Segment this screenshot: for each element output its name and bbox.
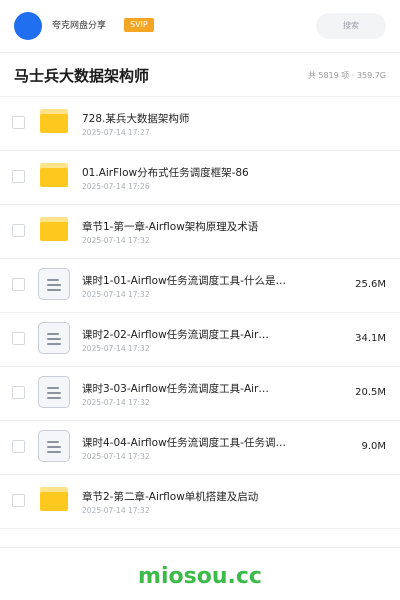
checkbox[interactable] — [12, 278, 25, 291]
item-name: 课时3-03-Airflow任务流调度工具-Air… — [82, 383, 269, 395]
user-name[interactable]: 夸克网盘分享 — [52, 18, 106, 34]
item-size: 34.1M — [355, 333, 386, 344]
list-item[interactable]: 课时4-04-Airflow任务流调度工具-任务调… 2025-07-14 17… — [0, 421, 400, 475]
top-bar: 夸克网盘分享 SVIP 搜索 — [0, 0, 400, 52]
list-item[interactable]: 课时2-02-Airflow任务流调度工具-Air… 2025-07-14 17… — [0, 313, 400, 367]
item-date: 2025-07-14 17:32 — [82, 290, 150, 299]
item-name: 728.某兵大数据架构师 — [82, 113, 190, 125]
item-date: 2025-07-14 17:32 — [82, 452, 150, 461]
document-icon — [38, 376, 70, 408]
item-name: 章节1-第一章-Airflow架构原理及术语 — [82, 221, 259, 233]
document-icon — [38, 322, 70, 354]
item-date: 2025-07-14 17:27 — [82, 128, 150, 137]
item-size: 25.6M — [355, 279, 386, 290]
page-title: 马士兵大数据架构师 — [14, 67, 150, 85]
item-name: 章节2-第二章-Airflow单机搭建及启动 — [82, 491, 259, 503]
folder-icon — [40, 217, 68, 241]
list-item[interactable]: 课时1-01-Airflow任务流调度工具-什么是… 2025-07-14 17… — [0, 259, 400, 313]
list-item[interactable]: 01.AirFlow分布式任务调度框架-86 2025-07-14 17:26 — [0, 151, 400, 205]
divider — [0, 547, 400, 548]
svip-badge: SVIP — [124, 18, 154, 32]
file-list: 728.某兵大数据架构师 2025-07-14 17:27 01.AirFlow… — [0, 97, 400, 529]
watermark-text: miosou.cc — [138, 564, 262, 589]
item-name: 课时4-04-Airflow任务流调度工具-任务调… — [82, 437, 286, 449]
checkbox[interactable] — [12, 224, 25, 237]
list-item[interactable]: 章节2-第二章-Airflow单机搭建及启动 2025-07-14 17:32 — [0, 475, 400, 529]
item-date: 2025-07-14 17:32 — [82, 506, 150, 515]
item-summary: 共 5819 项 · 359.7G — [307, 71, 386, 80]
document-icon — [38, 268, 70, 300]
item-name: 课时1-01-Airflow任务流调度工具-什么是… — [82, 275, 286, 287]
item-date: 2025-07-14 17:32 — [82, 236, 150, 245]
checkbox[interactable] — [12, 440, 25, 453]
item-size: 20.5M — [355, 387, 386, 398]
item-size: 9.0M — [361, 441, 386, 452]
checkbox[interactable] — [12, 386, 25, 399]
item-name: 01.AirFlow分布式任务调度框架-86 — [82, 167, 249, 179]
list-item[interactable]: 728.某兵大数据架构师 2025-07-14 17:27 — [0, 97, 400, 151]
checkbox[interactable] — [12, 494, 25, 507]
checkbox[interactable] — [12, 116, 25, 129]
checkbox[interactable] — [12, 170, 25, 183]
avatar[interactable] — [14, 12, 42, 40]
list-item[interactable]: 课时3-03-Airflow任务流调度工具-Air… 2025-07-14 17… — [0, 367, 400, 421]
checkbox[interactable] — [12, 332, 25, 345]
list-item[interactable]: 章节1-第一章-Airflow架构原理及术语 2025-07-14 17:32 — [0, 205, 400, 259]
item-date: 2025-07-14 17:32 — [82, 344, 150, 353]
search-input[interactable]: 搜索 — [316, 13, 386, 39]
folder-icon — [40, 163, 68, 187]
folder-header: 马士兵大数据架构师 共 5819 项 · 359.7G — [0, 53, 400, 97]
folder-icon — [40, 109, 68, 133]
item-date: 2025-07-14 17:26 — [82, 182, 150, 191]
folder-icon — [40, 487, 68, 511]
document-icon — [38, 430, 70, 462]
item-date: 2025-07-14 17:32 — [82, 398, 150, 407]
item-name: 课时2-02-Airflow任务流调度工具-Air… — [82, 329, 269, 341]
